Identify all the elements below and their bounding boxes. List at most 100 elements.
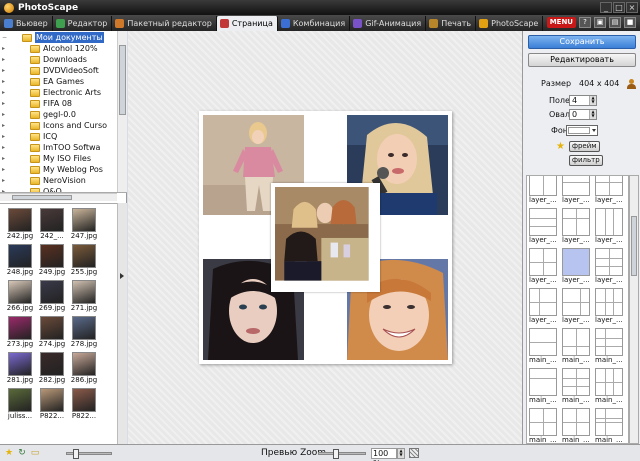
thumbnail[interactable]: P822... — [68, 388, 100, 426]
tree-item[interactable]: ▸ Downloads — [2, 54, 87, 65]
layout-template[interactable]: layer_... — [562, 176, 593, 208]
layout-template[interactable]: main_... — [529, 328, 560, 368]
tree-item[interactable]: ▸ DVDVideoSoft — [2, 65, 99, 76]
refresh-icon[interactable]: ↻ — [17, 448, 27, 458]
layout-scrollbar[interactable] — [629, 175, 639, 444]
thumbnail[interactable]: 278.jpg — [68, 316, 100, 354]
expand-icon[interactable]: ▸ — [2, 123, 7, 129]
layout-template[interactable]: main_... — [562, 328, 593, 368]
thumbnail[interactable]: 281.jpg — [4, 352, 36, 390]
thumbnail[interactable]: 242_... — [36, 208, 68, 246]
layout-template[interactable]: layer_... — [595, 208, 626, 248]
thumbnail[interactable]: juliss... — [4, 388, 36, 426]
tree-item[interactable]: ▸ ImTOO Softwa — [2, 142, 100, 153]
scroll-thumb[interactable] — [119, 45, 126, 115]
tree-item[interactable]: ▸ O&O — [2, 186, 62, 192]
expand-icon[interactable]: ▸ — [2, 112, 7, 118]
favorite-star-icon[interactable]: ★ — [4, 448, 14, 458]
thumbnail[interactable]: 249.jpg — [36, 244, 68, 282]
thumbnail[interactable]: 274.jpg — [36, 316, 68, 354]
dropdown-arrow-icon[interactable] — [592, 129, 596, 132]
layout-template[interactable]: main_... — [562, 368, 593, 408]
thumbnail[interactable]: P822... — [36, 388, 68, 426]
zoom-value[interactable]: 100 % — [371, 448, 397, 461]
fit-to-window-icon[interactable] — [409, 448, 419, 458]
thumbnail[interactable]: 269.jpg — [36, 280, 68, 318]
tree-item-root[interactable]: − Мои документы — [2, 32, 104, 43]
expand-icon[interactable]: ▸ — [2, 167, 7, 173]
filter-button[interactable]: фильтр — [569, 155, 603, 166]
expand-icon[interactable]: ▸ — [2, 68, 7, 74]
tab-4[interactable]: Комбинация — [278, 16, 351, 31]
layout-template[interactable]: main_... — [595, 368, 626, 408]
scroll-thumb[interactable] — [631, 216, 637, 276]
tree-item[interactable]: ▸ Alcohol 120% — [2, 43, 98, 54]
layout-template[interactable]: main_... — [529, 408, 560, 443]
toolbar-tool-button[interactable]: ▤ — [609, 17, 621, 28]
tab-0[interactable]: Вьювер — [1, 16, 53, 31]
tab-1[interactable]: Редактор — [53, 16, 113, 31]
expand-icon[interactable]: ▸ — [2, 156, 7, 162]
margin-spinner[interactable]: 4 ▲ ▼ — [569, 95, 597, 106]
tree-item[interactable]: ▸ Electronic Arts — [2, 87, 101, 98]
thumbnail[interactable]: 248.jpg — [4, 244, 36, 282]
frames-button[interactable]: фрейм — [569, 141, 600, 152]
spinner-arrows-icon[interactable]: ▲ ▼ — [589, 110, 596, 119]
layout-template[interactable]: main_... — [595, 328, 626, 368]
tab-7[interactable]: PhotoScape — [476, 16, 544, 31]
tab-6[interactable]: Печать — [426, 16, 477, 31]
thumbnail-size-slider[interactable] — [66, 449, 112, 459]
maximize-button[interactable]: □ — [613, 2, 625, 13]
slider-knob[interactable] — [73, 449, 79, 459]
layout-template[interactable]: main_... — [529, 368, 560, 408]
layout-template[interactable]: main_... — [562, 408, 593, 443]
photo-center[interactable] — [271, 183, 380, 292]
star-icon[interactable]: ★ — [556, 142, 565, 152]
thumbnail[interactable]: 247.jpg — [68, 208, 100, 246]
tab-3[interactable]: Страница — [216, 16, 278, 31]
spinner-arrows-icon[interactable]: ▲ ▼ — [589, 96, 596, 105]
tree-item[interactable]: ▸ Icons and Curso — [2, 120, 107, 131]
expand-icon[interactable]: ▸ — [2, 57, 7, 63]
tree-item[interactable]: ▸ NeroVision — [2, 175, 86, 186]
layout-template[interactable]: layer_... — [529, 208, 560, 248]
oval-spinner[interactable]: 0 ▲ ▼ — [569, 109, 597, 120]
tree-item[interactable]: ▸ My ISO Files — [2, 153, 91, 164]
toolbar-tool-button[interactable]: ■ — [624, 17, 636, 28]
layout-template[interactable]: layer_... — [529, 288, 560, 328]
tree-item[interactable]: ▸ gegl-0.0 — [2, 109, 76, 120]
tab-5[interactable]: Gif-Анимация — [350, 16, 427, 31]
expand-icon[interactable]: ▸ — [2, 46, 7, 52]
collapse-arrow-icon[interactable] — [120, 273, 124, 279]
menu-button[interactable]: MENU — [546, 17, 576, 28]
folder-open-icon[interactable]: ▭ — [30, 448, 40, 458]
collapse-icon[interactable]: − — [2, 35, 7, 41]
thumbnail[interactable]: 271.jpg — [68, 280, 100, 318]
minimize-button[interactable]: _ — [600, 2, 612, 13]
tree-hscrollbar[interactable] — [0, 193, 117, 201]
thumbnail[interactable]: 273.jpg — [4, 316, 36, 354]
tree-item[interactable]: ▸ FIFA 08 — [2, 98, 72, 109]
expand-icon[interactable]: ▸ — [2, 90, 7, 96]
person-icon[interactable] — [627, 79, 636, 89]
close-button[interactable]: × — [626, 2, 638, 13]
layout-template[interactable]: layer_... — [529, 176, 560, 208]
page-preview[interactable] — [199, 111, 452, 364]
layout-template[interactable]: layer_... — [595, 248, 626, 288]
expand-icon[interactable]: ▸ — [2, 79, 7, 85]
layout-template[interactable]: layer_... — [595, 176, 626, 208]
panel-splitter[interactable] — [117, 203, 127, 444]
page-canvas[interactable] — [128, 31, 522, 444]
layout-template[interactable]: layer_... — [529, 248, 560, 288]
expand-icon[interactable]: ▸ — [2, 101, 7, 107]
thumbnail[interactable]: 266.jpg — [4, 280, 36, 318]
layout-template[interactable]: main_... — [595, 408, 626, 443]
slider-knob[interactable] — [333, 449, 339, 459]
layout-template[interactable]: layer_... — [562, 288, 593, 328]
thumbnail[interactable]: 282.jpg — [36, 352, 68, 390]
thumbnail[interactable]: 286.jpg — [68, 352, 100, 390]
layout-template[interactable]: layer_... — [562, 248, 593, 288]
thumbnail[interactable]: 255.jpg — [68, 244, 100, 282]
expand-icon[interactable]: ▸ — [2, 134, 7, 140]
background-color-picker[interactable] — [566, 125, 598, 136]
